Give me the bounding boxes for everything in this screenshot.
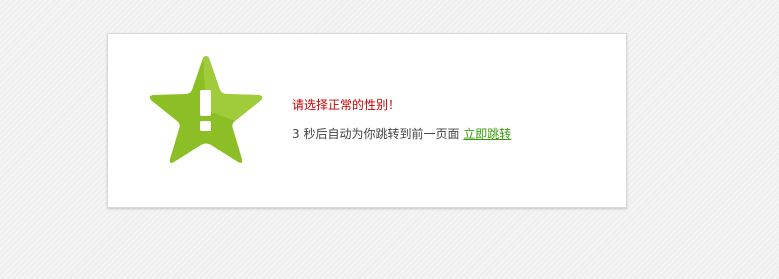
message-panel: 请选择正常的性别！ 3 秒后自动为你跳转到前一页面 立即跳转 (107, 33, 627, 208)
warning-star-icon (149, 56, 263, 163)
error-message: 请选择正常的性别！ (292, 98, 401, 112)
countdown-text: 秒后自动为你跳转到前一页面 (299, 127, 464, 141)
exclamation-bar (200, 90, 211, 116)
countdown-seconds: 3 (292, 127, 300, 141)
redirect-notice: 3 秒后自动为你跳转到前一页面 立即跳转 (292, 126, 511, 142)
star-highlight (203, 56, 263, 121)
redirect-now-link[interactable]: 立即跳转 (463, 127, 511, 141)
exclamation-dot (200, 121, 211, 131)
